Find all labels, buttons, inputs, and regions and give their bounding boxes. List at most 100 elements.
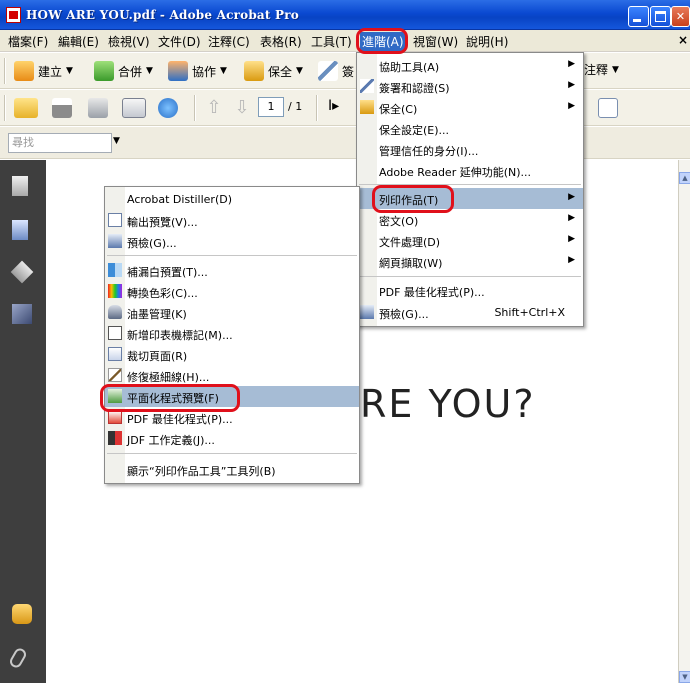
pp-item-distiller[interactable]: Acrobat Distiller(D) xyxy=(105,189,359,210)
maximize-icon xyxy=(655,11,666,22)
save-button[interactable] xyxy=(88,98,108,118)
document-close-button[interactable]: × xyxy=(678,33,688,47)
comment-button[interactable]: 注釋 ▼ xyxy=(584,61,619,78)
pp-item-convert-colors[interactable]: 轉換色彩(C)... xyxy=(105,281,359,302)
menu-item-label: 裁切頁面(R) xyxy=(127,350,188,363)
maximize-button[interactable] xyxy=(650,6,671,27)
close-button[interactable]: ✕ xyxy=(671,6,690,27)
advanced-item-sign-certify[interactable]: 簽署和認證(S) ▶ xyxy=(357,76,583,97)
pp-item-add-printer-marks[interactable]: 新增印表機標記(M)... xyxy=(105,323,359,344)
menu-edit[interactable]: 編輯(E) xyxy=(58,33,99,50)
crop-icon xyxy=(108,347,122,361)
menu-item-label: 顯示“列印作品工具”工具列(B) xyxy=(127,465,276,478)
menu-item-label: 轉換色彩(C)... xyxy=(127,287,198,300)
signatures-icon[interactable] xyxy=(12,304,32,324)
layers-icon[interactable] xyxy=(10,260,34,284)
sign-button[interactable]: 簽 xyxy=(318,61,354,81)
create-pdf-icon xyxy=(14,61,34,81)
advanced-item-document-processing[interactable]: 文件處理(D) ▶ xyxy=(357,230,583,251)
vertical-scrollbar[interactable]: ▲ ▼ xyxy=(678,160,690,683)
combine-label: 合併 xyxy=(118,64,143,79)
menu-item-label: 保全(C) xyxy=(379,103,418,116)
toolbar-grip xyxy=(4,95,6,121)
combine-icon xyxy=(94,61,114,81)
pp-item-jdf-job-definitions[interactable]: JDF 工作定義(J)... xyxy=(105,428,359,449)
pen-icon xyxy=(360,79,374,93)
advanced-item-security[interactable]: 保全(C) ▶ xyxy=(357,97,583,118)
menu-view[interactable]: 檢視(V) xyxy=(108,33,150,50)
acrobat-app-icon[interactable] xyxy=(6,7,21,23)
secure-label: 保全 xyxy=(268,64,293,79)
scroll-up-icon[interactable]: ▲ xyxy=(679,172,690,184)
page-number-input[interactable]: 1 xyxy=(258,97,284,117)
fit-page-button[interactable] xyxy=(598,98,618,118)
menu-window[interactable]: 視窗(W) xyxy=(413,33,458,50)
advanced-item-security-settings[interactable]: 保全設定(E)... xyxy=(357,118,583,139)
advanced-item-reader-extensions[interactable]: Adobe Reader 延伸功能(N)... xyxy=(357,160,583,181)
convert-colors-icon xyxy=(108,284,122,298)
fix-hairlines-icon xyxy=(108,368,122,382)
pp-item-output-preview[interactable]: 輸出預覽(V)... xyxy=(105,210,359,231)
bookmarks-icon[interactable] xyxy=(12,220,28,240)
menu-item-label: 油墨管理(K) xyxy=(127,308,187,321)
pages-icon[interactable] xyxy=(12,176,28,196)
comments-icon[interactable] xyxy=(12,604,32,624)
advanced-item-web-capture[interactable]: 網頁擷取(W) ▶ xyxy=(357,251,583,272)
advanced-item-trusted-identities[interactable]: 管理信任的身分(I)... xyxy=(357,139,583,160)
next-page-button[interactable]: ⇩ xyxy=(232,98,252,118)
dropdown-arrow-icon: ▼ xyxy=(146,66,153,76)
find-dropdown-icon[interactable]: ▼ xyxy=(113,136,120,146)
scroll-down-icon[interactable]: ▼ xyxy=(679,671,690,683)
menu-comments[interactable]: 注釋(C) xyxy=(208,33,250,50)
find-input[interactable]: 尋找 xyxy=(8,133,112,153)
pp-item-show-toolbar[interactable]: 顯示“列印作品工具”工具列(B) xyxy=(105,459,359,480)
submenu-arrow-icon: ▶ xyxy=(568,59,575,69)
comment-label: 注釋 xyxy=(584,63,609,77)
file-toolbar: ⇧ ⇩ 1 / 1 I▸ xyxy=(0,90,690,126)
select-tool-button[interactable]: I▸ xyxy=(328,98,339,114)
lock-icon xyxy=(244,61,264,81)
pp-item-preflight[interactable]: 預檢(G)... xyxy=(105,231,359,252)
text-select-cursor-icon: I▸ xyxy=(328,98,340,114)
menu-tools[interactable]: 工具(T) xyxy=(311,33,352,50)
menu-item-label: 修復極細線(H)... xyxy=(127,371,210,384)
menu-help[interactable]: 說明(H) xyxy=(466,33,508,50)
dropdown-arrow-icon: ▼ xyxy=(612,64,619,75)
callout-ring-print-production xyxy=(372,185,454,213)
menu-item-label: JDF 工作定義(J)... xyxy=(127,434,215,447)
pp-item-fix-hairlines[interactable]: 修復極細線(H)... xyxy=(105,365,359,386)
menu-file[interactable]: 檔案(F) xyxy=(8,33,48,50)
navigation-pane xyxy=(0,160,46,683)
advanced-item-accessibility[interactable]: 協助工具(A) ▶ xyxy=(357,55,583,76)
submenu-arrow-icon: ▶ xyxy=(568,234,575,244)
callout-ring-flattener-preview xyxy=(100,384,240,412)
lock-icon xyxy=(360,100,374,114)
preflight-icon xyxy=(108,234,122,248)
open-button[interactable] xyxy=(14,98,38,118)
pp-item-trap-presets[interactable]: 補漏白預置(T)... xyxy=(105,260,359,281)
print-button[interactable] xyxy=(52,98,72,118)
web-button[interactable] xyxy=(158,98,178,118)
menu-separator xyxy=(107,453,357,454)
create-button[interactable]: 建立 ▼ xyxy=(14,61,73,81)
trap-presets-icon xyxy=(108,263,122,277)
dropdown-arrow-icon: ▼ xyxy=(220,66,227,76)
attachments-icon[interactable] xyxy=(7,646,29,670)
pp-item-ink-manager[interactable]: 油墨管理(K) xyxy=(105,302,359,323)
menu-document[interactable]: 文件(D) xyxy=(158,33,201,50)
previous-page-button[interactable]: ⇧ xyxy=(204,98,224,118)
secure-button[interactable]: 保全 ▼ xyxy=(244,61,303,81)
collaborate-button[interactable]: 協作 ▼ xyxy=(168,61,227,81)
minimize-button[interactable] xyxy=(628,6,649,27)
pp-item-crop-pages[interactable]: 裁切頁面(R) xyxy=(105,344,359,365)
menu-forms[interactable]: 表格(R) xyxy=(260,33,302,50)
pen-icon xyxy=(318,61,338,81)
email-button[interactable] xyxy=(122,98,146,118)
combine-button[interactable]: 合併 ▼ xyxy=(94,61,153,81)
advanced-item-pdf-optimizer[interactable]: PDF 最佳化程式(P)... xyxy=(357,280,583,301)
menu-shortcut: Shift+Ctrl+X xyxy=(494,306,565,319)
submenu-arrow-icon: ▶ xyxy=(568,255,575,265)
advanced-item-preflight[interactable]: 預檢(G)... Shift+Ctrl+X xyxy=(357,302,583,323)
create-label: 建立 xyxy=(38,64,63,79)
submenu-arrow-icon: ▶ xyxy=(568,101,575,111)
